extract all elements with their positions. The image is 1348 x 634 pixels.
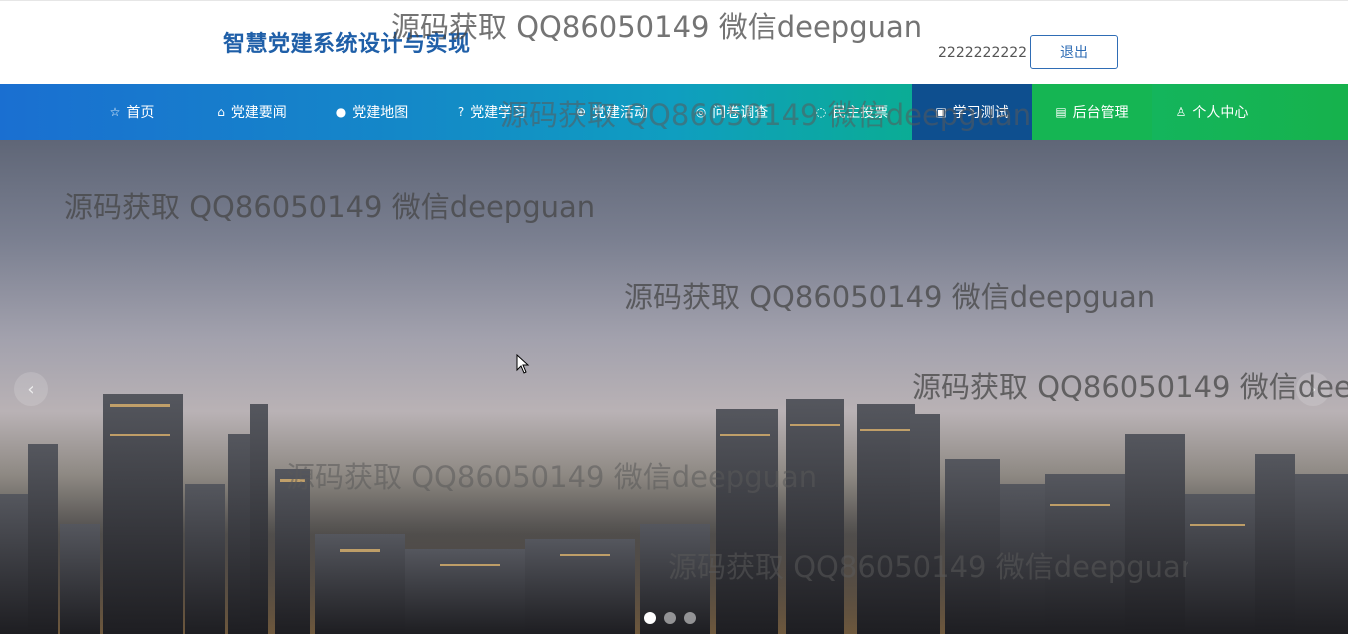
logout-button[interactable]: 退出 [1030, 35, 1118, 69]
nav-item-label: 党建要闻 [230, 105, 287, 121]
mouse-cursor-icon [516, 354, 530, 374]
nav-item-label: 学习测试 [952, 105, 1009, 121]
compass-icon: ◎ [695, 105, 707, 119]
info-icon: ● [335, 105, 347, 119]
question-icon: ? [457, 105, 465, 119]
nav-item-activity[interactable]: ⊕ 党建活动 [552, 84, 672, 140]
user-icon: ♙ [1175, 105, 1187, 119]
bag-icon: ⌂ [217, 105, 225, 119]
carousel-prev-button[interactable]: ‹ [14, 372, 48, 406]
carousel-dot[interactable] [664, 612, 676, 624]
nav-item-study[interactable]: ? 党建学习 [432, 84, 552, 140]
nav-item-label: 党建活动 [592, 105, 649, 121]
nav-item-survey[interactable]: ◎ 问卷调查 [672, 84, 792, 140]
nav-item-home[interactable]: ☆ 首页 [72, 84, 192, 140]
banner-carousel: ‹ › [0, 140, 1348, 634]
nav-item-admin[interactable]: ▤ 后台管理 [1032, 84, 1152, 140]
carousel-dot[interactable] [684, 612, 696, 624]
camera-icon: ▣ [935, 105, 947, 119]
site-title: 智慧党建系统设计与实现 [223, 32, 471, 57]
username-label: 2222222222 [938, 45, 1028, 61]
nav-item-label: 后台管理 [1072, 105, 1129, 121]
star-icon: ☆ [109, 105, 121, 119]
main-nav: ☆ 首页 ⌂ 党建要闻 ● 党建地图 ? 党建学习 ⊕ 党建活动 ◎ 问卷调查 … [0, 84, 1348, 140]
nav-item-label: 民主投票 [832, 105, 889, 121]
nav-item-news[interactable]: ⌂ 党建要闻 [192, 84, 312, 140]
city-skyline-image [0, 394, 1348, 634]
nav-item-label: 问卷调查 [712, 105, 769, 121]
building-icon: ▤ [1055, 105, 1067, 119]
nav-item-test[interactable]: ▣ 学习测试 [912, 84, 1032, 140]
vote-icon: ◌ [815, 105, 827, 119]
carousel-next-button[interactable]: › [1296, 372, 1330, 406]
nav-item-label: 首页 [126, 105, 155, 121]
carousel-pagination [644, 612, 696, 624]
nav-item-label: 党建地图 [352, 105, 409, 121]
site-header: 智慧党建系统设计与实现 2222222222 退出 [0, 0, 1348, 85]
nav-item-map[interactable]: ● 党建地图 [312, 84, 432, 140]
carousel-dot[interactable] [644, 612, 656, 624]
nav-item-label: 个人中心 [1192, 105, 1249, 121]
nav-item-label: 党建学习 [470, 105, 527, 121]
globe-icon: ⊕ [575, 105, 587, 119]
nav-item-profile[interactable]: ♙ 个人中心 [1152, 84, 1272, 140]
nav-item-vote[interactable]: ◌ 民主投票 [792, 84, 912, 140]
